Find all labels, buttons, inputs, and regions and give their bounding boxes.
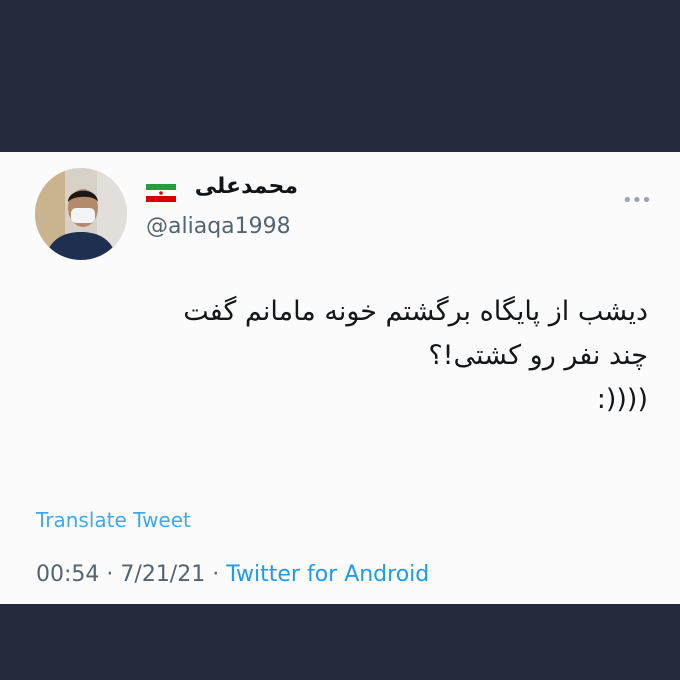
tweet-source-link[interactable]: Twitter for Android: [226, 562, 429, 587]
meta-separator: ·: [106, 562, 114, 587]
tweet-date[interactable]: 7/21/21: [120, 562, 205, 587]
tweet-text-line: ((((:: [596, 384, 648, 415]
more-options-icon[interactable]: •••: [622, 190, 652, 211]
avatar-photo-icon: [35, 168, 127, 260]
tweet-text: دیشب از پایگاه برگشتم خونه مامانم گفت چن…: [40, 290, 648, 422]
tweet-text-line: دیشب از پایگاه برگشتم خونه مامانم گفت: [183, 296, 648, 327]
author-handle[interactable]: @aliaqa1998: [146, 214, 291, 239]
tweet-time[interactable]: 00:54: [36, 562, 99, 587]
translate-tweet-link[interactable]: Translate Tweet: [36, 508, 191, 532]
avatar[interactable]: [35, 168, 127, 260]
tweet-card: محمدعلی @aliaqa1998 ••• دیشب از پایگاه ب…: [0, 152, 680, 604]
tweet-metadata: 00:54 · 7/21/21 · Twitter for Android: [36, 562, 429, 587]
meta-separator: ·: [212, 562, 220, 587]
iran-flag-icon: [146, 184, 176, 202]
tweet-text-line: چند نفر رو کشتی!؟: [428, 340, 648, 371]
